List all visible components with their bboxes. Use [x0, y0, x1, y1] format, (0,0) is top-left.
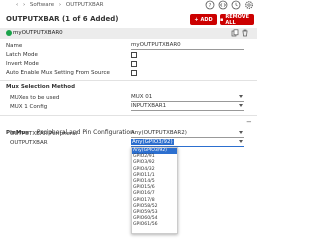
pin-select[interactable]: Any(GPIO3/92) [131, 139, 244, 147]
pin-value: Any(GPIO3/92) [131, 139, 174, 145]
status-ok-icon [6, 30, 12, 36]
copy-icon[interactable] [231, 29, 239, 37]
mux-section-title: Mux Selection Method [6, 84, 76, 90]
add-button[interactable]: + ADD [190, 14, 217, 25]
chevron-down-icon [239, 140, 243, 143]
peripheral-select[interactable]: Any(OUTPUTXBAR2) [131, 130, 244, 138]
plus-icon: + [194, 16, 199, 23]
add-button-label: ADD [200, 16, 213, 23]
invert-mode-label: Invert Mode [6, 61, 39, 67]
muxes-used-select[interactable]: MUX 01 [131, 94, 244, 102]
muxes-used-value: MUX 01 [131, 94, 153, 100]
chevron-down-icon [239, 104, 243, 107]
svg-text:?: ? [209, 3, 212, 9]
pin-dropdown-list: Any(GPIO3/92) GPIO2/91 GPIO3/92 GPIO4/32… [131, 147, 178, 234]
breadcrumb: ‹ › Software › OUTPUTXBAR [16, 2, 106, 8]
divider [0, 115, 257, 116]
instance-name[interactable]: myOUTPUTXBAR0 [13, 30, 63, 36]
trash-icon: ▪ [220, 16, 224, 23]
breadcrumb-separator: › [58, 2, 62, 8]
auto-enable-label: Auto Enable Mux Setting From Source [6, 70, 110, 76]
delete-icon[interactable] [241, 29, 249, 37]
latch-mode-label: Latch Mode [6, 52, 38, 58]
code-icon[interactable] [218, 0, 228, 10]
breadcrumb-item-current: OUTPUTXBAR [65, 2, 104, 8]
collapse-icon[interactable]: − [246, 118, 252, 126]
history-icon[interactable] [231, 0, 241, 10]
pin-label: OUTPUTXBAR [10, 140, 48, 146]
muxes-used-label: MUXes to be used [10, 95, 60, 101]
invert-mode-checkbox[interactable] [131, 61, 137, 67]
name-field[interactable]: myOUTPUTXBAR0 [131, 42, 244, 50]
help-icon[interactable]: ? [205, 0, 215, 10]
nav-forward-icon[interactable]: › [23, 2, 25, 8]
chevron-down-icon [239, 131, 243, 134]
page-title: OUTPUTXBAR (1 of 6 Added) [6, 15, 119, 23]
name-label: Name [6, 43, 23, 49]
auto-enable-checkbox[interactable] [131, 70, 137, 76]
toolbar-icons: ? [205, 0, 254, 10]
mux1-config-select[interactable]: INPUTXBAR1 [131, 103, 244, 111]
dropdown-option[interactable]: GPIO61/56 [132, 222, 177, 228]
chevron-down-icon [239, 95, 243, 98]
nav-back-icon[interactable]: ‹ [16, 2, 18, 8]
latch-mode-checkbox[interactable] [131, 52, 137, 58]
breadcrumb-item-software[interactable]: Software [30, 2, 54, 8]
remove-all-button[interactable]: ▪ REMOVE ALL [220, 13, 254, 26]
divider [0, 80, 257, 81]
peripheral-label: OUTPUTXBAR Peripheral [10, 131, 78, 137]
peripheral-value: Any(OUTPUTXBAR2) [131, 130, 187, 136]
settings-icon[interactable] [244, 0, 254, 10]
mux1-config-value: INPUTXBAR1 [131, 103, 167, 109]
mux1-config-label: MUX 1 Config [10, 104, 48, 110]
remove-all-button-label: REMOVE ALL [225, 13, 250, 26]
